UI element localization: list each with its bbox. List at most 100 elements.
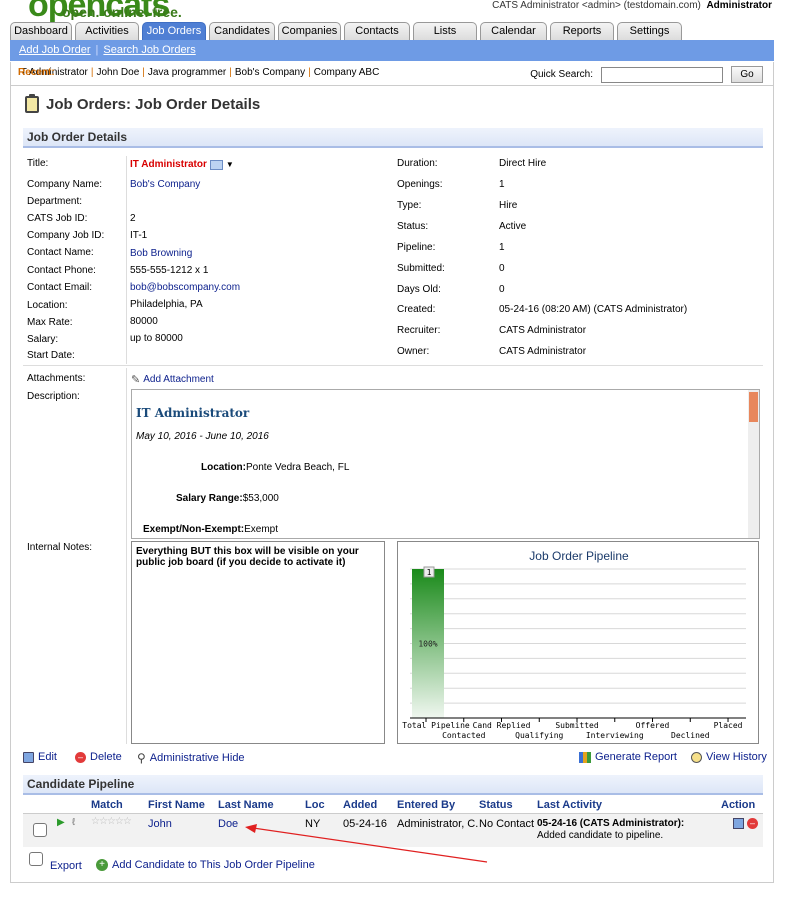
chart-title: Job Order Pipeline — [529, 549, 629, 563]
add-job-order-link[interactable]: Add Job Order — [19, 44, 91, 56]
tab-contacts[interactable]: Contacts — [344, 22, 410, 40]
submitted-value: 0 — [499, 263, 505, 274]
contact-name-link[interactable]: Bob Browning — [130, 248, 192, 259]
status-label: Status: — [397, 221, 429, 232]
edit-icon — [23, 751, 34, 763]
chart-percent-label: 100% — [418, 639, 437, 648]
column-header-last-name[interactable]: Last Name — [218, 799, 274, 813]
openings-label: Openings: — [397, 179, 443, 190]
column-header-match[interactable]: Match — [91, 799, 123, 813]
chart-category-label: Total Pipeline — [402, 721, 470, 730]
search-job-orders-link[interactable]: Search Job Orders — [103, 44, 195, 56]
recent-item[interactable]: John Doe — [96, 67, 139, 78]
add-candidate-action[interactable]: + Add Candidate to This Job Order Pipeli… — [96, 859, 315, 871]
tab-activities[interactable]: Activities — [75, 22, 139, 40]
description-box[interactable]: IT Administrator May 10, 2016 - June 10,… — [131, 389, 760, 539]
tab-calendar[interactable]: Calendar — [480, 22, 547, 40]
delete-action[interactable]: – Delete — [75, 751, 122, 763]
company-name-link[interactable]: Bob's Company — [130, 179, 200, 190]
row-checkbox[interactable] — [33, 823, 47, 837]
export-link[interactable]: Export — [50, 860, 82, 872]
rating-stars-icon[interactable]: ☆☆☆☆☆ — [91, 816, 132, 827]
job-board-icon[interactable] — [209, 159, 223, 170]
chart-category-label: Declined — [671, 731, 710, 740]
tab-reports[interactable]: Reports — [550, 22, 614, 40]
company-job-id-value: IT-1 — [130, 230, 148, 241]
contact-email-link[interactable]: bob@bobscompany.com — [130, 282, 240, 293]
divider — [126, 156, 127, 364]
chart-category-label: Interviewing — [586, 731, 644, 740]
main-content: Job Orders: Job Order Details Job Order … — [10, 86, 774, 883]
play-icon[interactable]: ▶ — [57, 817, 65, 828]
column-header-last-activity[interactable]: Last Activity — [537, 799, 602, 813]
recent-item[interactable]: Company ABC — [314, 67, 380, 78]
created-label: Created: — [397, 304, 436, 315]
dropdown-arrow-icon[interactable]: ▼ — [226, 160, 234, 169]
pipeline-label: Pipeline: — [397, 242, 436, 253]
scrollbar-thumb[interactable] — [749, 392, 758, 422]
tab-job-orders[interactable]: Job Orders — [142, 22, 206, 40]
select-all-checkbox[interactable] — [29, 852, 43, 866]
tab-candidates[interactable]: Candidates — [209, 22, 275, 40]
description-scrollbar[interactable] — [748, 390, 759, 538]
divider — [126, 368, 127, 744]
contact-email-label: Contact Email: — [27, 282, 93, 293]
pipeline-value: 1 — [499, 242, 505, 253]
max-rate-label: Max Rate: — [27, 317, 73, 328]
internal-notes-box: Everything BUT this box will be visible … — [131, 541, 385, 744]
company-job-id-label: Company Job ID: — [27, 230, 105, 241]
user-role: Administrator — [706, 0, 772, 11]
add-user-icon: + — [96, 859, 108, 871]
recent-item[interactable]: Java programmer — [148, 67, 226, 78]
column-header-loc[interactable]: Loc — [305, 799, 325, 813]
recent-label: Recent: — [18, 67, 55, 78]
chart-labels: Total PipelineContactedCand RepliedQuali… — [402, 566, 746, 740]
chart-category-label: Cand Replied — [473, 721, 531, 730]
column-header-added[interactable]: Added — [343, 799, 377, 813]
last-name-link[interactable]: Doe — [218, 818, 238, 830]
edit-icon[interactable] — [733, 818, 744, 829]
chart-category-label: Contacted — [442, 731, 486, 740]
add-attachment-link[interactable]: ✎ Add Attachment — [131, 373, 214, 386]
clock-icon — [691, 751, 702, 763]
column-header-status[interactable]: Status — [479, 799, 513, 813]
recruiter-label: Recruiter: — [397, 325, 441, 336]
column-header-action[interactable]: Action — [721, 799, 755, 813]
sub-navigation: Add Job Order | Search Job Orders — [10, 40, 774, 61]
pipeline-chart: Job Order Pipeline Total Pipeline Contact… — [397, 541, 759, 744]
recruiter-value: CATS Administrator — [499, 325, 587, 336]
quick-search-input[interactable] — [601, 66, 723, 83]
tab-companies[interactable]: Companies — [278, 22, 341, 40]
type-value: Hire — [499, 200, 518, 211]
remove-icon[interactable]: – — [747, 818, 758, 829]
section-header-details: Job Order Details — [23, 128, 763, 148]
duration-value: Direct Hire — [499, 158, 547, 169]
recent-item[interactable]: Bob's Company — [235, 67, 305, 78]
days-old-label: Days Old: — [397, 284, 441, 295]
view-history-action[interactable]: View History — [691, 751, 767, 763]
generate-report-action[interactable]: Generate Report — [579, 751, 677, 763]
first-name-link[interactable]: John — [148, 818, 172, 830]
column-header-entered-by[interactable]: Entered By — [397, 799, 455, 813]
pipeline-chart-svg: Job Order Pipeline Total PipelineContact… — [402, 549, 746, 740]
quick-search-label: Quick Search: — [530, 69, 593, 80]
administrative-hide-action[interactable]: ⚲ Administrative Hide — [137, 751, 245, 765]
chart-category-label: Offered — [636, 721, 670, 730]
created-value: 05-24-16 (08:20 AM) (CATS Administrator) — [499, 304, 688, 315]
duration-label: Duration: — [397, 158, 438, 169]
last-activity-body: Added candidate to pipeline. — [537, 830, 664, 841]
chart-category-label: Submitted — [555, 721, 599, 730]
company-name-label: Company Name: — [27, 179, 103, 190]
type-label: Type: — [397, 200, 422, 211]
tab-lists[interactable]: Lists — [413, 22, 477, 40]
column-header-first-name[interactable]: First Name — [148, 799, 205, 813]
cats-job-id-label: CATS Job ID: — [27, 213, 88, 224]
go-button[interactable]: Go — [731, 66, 763, 83]
delete-icon: – — [75, 751, 86, 763]
tab-dashboard[interactable]: Dashboard — [10, 22, 72, 40]
divider — [23, 365, 763, 366]
chart-category-label: Qualifying — [515, 731, 563, 740]
edit-action[interactable]: Edit — [23, 751, 57, 763]
tab-settings[interactable]: Settings — [617, 22, 682, 40]
section-header-pipeline: Candidate Pipeline — [23, 775, 763, 795]
